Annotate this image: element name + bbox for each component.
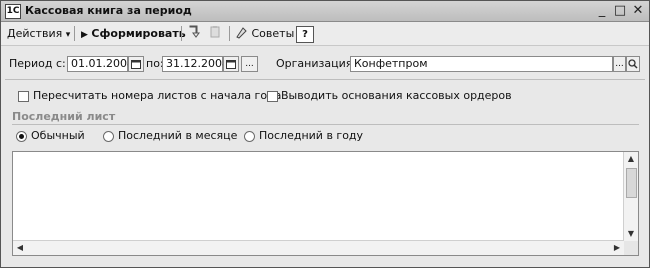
scroll-corner (624, 241, 638, 255)
toolbar-separator (181, 26, 182, 41)
last-sheet-normal-radio[interactable] (16, 131, 27, 142)
app-icon: 1С (5, 4, 21, 19)
last-sheet-year-label: Последний в году (259, 129, 364, 142)
actions-menu-button[interactable]: Действия ▾ (7, 25, 70, 42)
organization-label: Организация: (276, 57, 357, 70)
close-icon[interactable]: ✕ (630, 3, 646, 18)
period-to-label: по: (146, 57, 164, 70)
last-sheet-header: Последний лист (12, 110, 116, 123)
last-sheet-year-radio[interactable] (244, 131, 255, 142)
play-icon: ▶ (81, 30, 88, 40)
scroll-down-icon[interactable]: ▼ (624, 227, 638, 241)
group-divider (12, 124, 639, 125)
organization-select-button[interactable]: ... (613, 56, 626, 72)
report-area[interactable]: ▲ ▼ ◀ ▶ (12, 151, 639, 256)
minimize-icon[interactable]: _ (594, 3, 610, 18)
export-icon[interactable] (188, 25, 204, 42)
period-from-field[interactable]: 01.01.2008 (67, 56, 134, 72)
divider (5, 79, 645, 80)
period-select-button[interactable]: ... (241, 56, 258, 72)
vertical-scrollbar[interactable]: ▲ ▼ (623, 152, 638, 241)
renumber-checkbox[interactable] (18, 91, 29, 102)
scroll-up-icon[interactable]: ▲ (624, 152, 638, 166)
calendar-icon[interactable] (128, 56, 144, 72)
organization-field[interactable]: Конфетпром (350, 56, 613, 72)
chevron-down-icon: ▾ (65, 30, 71, 40)
advice-icon (235, 27, 252, 40)
last-sheet-month-radio[interactable] (103, 131, 114, 142)
horizontal-scrollbar[interactable]: ◀ ▶ (13, 240, 624, 255)
maximize-icon[interactable]: □ (612, 3, 628, 18)
generate-label: Сформировать (91, 27, 186, 40)
report-window: 1С Кассовая книга за период _ □ ✕ Действ… (0, 0, 650, 268)
last-sheet-month-label: Последний в месяце (118, 129, 238, 142)
scroll-left-icon[interactable]: ◀ (13, 241, 27, 255)
help-button[interactable]: ? (296, 26, 314, 43)
show-basis-checkbox[interactable] (267, 91, 278, 102)
copy-icon[interactable] (208, 25, 224, 42)
renumber-label: Пересчитать номера листов с начала года (33, 89, 282, 102)
title-bar: 1С Кассовая книга за период _ □ ✕ (1, 1, 649, 22)
period-from-label: Период с: (9, 57, 66, 70)
scroll-right-icon[interactable]: ▶ (610, 241, 624, 255)
last-sheet-normal-label: Обычный (31, 129, 85, 142)
toolbar-separator (229, 26, 230, 41)
advice-button[interactable]: Советы (235, 25, 294, 42)
advice-label: Советы (251, 27, 295, 40)
show-basis-label: Выводить основания кассовых ордеров (281, 89, 512, 102)
period-to-field[interactable]: 31.12.2008 (162, 56, 229, 72)
actions-label: Действия (7, 27, 63, 40)
window-title: Кассовая книга за период (25, 4, 192, 17)
generate-button[interactable]: ▶ Сформировать (81, 25, 186, 42)
search-icon[interactable] (626, 56, 640, 72)
calendar-icon[interactable] (223, 56, 239, 72)
toolbar: Действия ▾ ▶ Сформировать Советы ? (1, 22, 649, 46)
toolbar-separator (74, 26, 75, 41)
scroll-thumb[interactable] (626, 168, 637, 198)
